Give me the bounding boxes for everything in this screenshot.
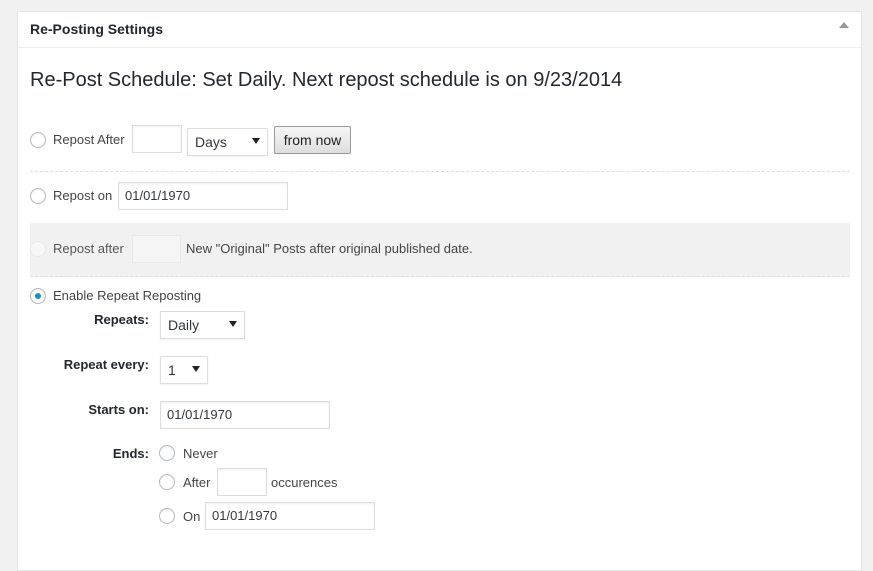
occurrences-label: occurences bbox=[271, 475, 338, 490]
reposting-settings-panel: Re-Posting Settings Re-Post Schedule: Se… bbox=[17, 11, 862, 571]
repeats-label: Repeats: bbox=[94, 312, 149, 327]
repost-on-date-input[interactable]: 01/01/1970 bbox=[118, 182, 288, 210]
chevron-down-icon bbox=[192, 366, 200, 372]
chevron-down-icon bbox=[229, 321, 237, 327]
chevron-down-icon bbox=[252, 138, 260, 144]
repost-after-original-label: Repost after bbox=[53, 241, 124, 256]
repost-after-original-radio[interactable] bbox=[30, 241, 46, 257]
repeats-select[interactable]: Daily bbox=[160, 311, 245, 339]
collapse-arrow-icon[interactable] bbox=[839, 22, 849, 28]
from-now-button[interactable]: from now bbox=[274, 126, 351, 154]
starts-on-label: Starts on: bbox=[88, 402, 149, 417]
ends-after-label: After bbox=[183, 475, 211, 490]
repost-after-label: Repost After bbox=[53, 132, 125, 147]
repeat-every-select[interactable]: 1 bbox=[160, 356, 208, 384]
repost-on-radio[interactable] bbox=[30, 188, 46, 204]
ends-never-label: Never bbox=[183, 446, 218, 461]
enable-repeat-radio[interactable] bbox=[30, 288, 46, 304]
ends-on-label: On bbox=[183, 509, 201, 524]
repost-on-label: Repost on bbox=[53, 188, 113, 203]
repost-after-original-suffix: New "Original" Posts after original publ… bbox=[186, 241, 473, 256]
enable-repeat-label: Enable Repeat Reposting bbox=[53, 288, 202, 303]
starts-on-date-input[interactable]: 01/01/1970 bbox=[160, 401, 330, 429]
schedule-heading: Re-Post Schedule: Set Daily. Next repost… bbox=[30, 69, 623, 91]
repost-after-original-input[interactable] bbox=[132, 235, 181, 263]
ends-never-radio[interactable] bbox=[159, 445, 175, 461]
panel-title: Re-Posting Settings bbox=[30, 21, 164, 37]
panel-header[interactable]: Re-Posting Settings bbox=[18, 12, 861, 48]
ends-on-radio[interactable] bbox=[159, 508, 175, 524]
repost-after-radio[interactable] bbox=[30, 132, 46, 148]
unit-select-value: Days bbox=[195, 134, 227, 150]
ends-on-date-input[interactable]: 01/01/1970 bbox=[205, 502, 375, 530]
ends-label: Ends: bbox=[112, 446, 149, 461]
repeat-every-label: Repeat every: bbox=[63, 357, 149, 372]
repost-after-input[interactable] bbox=[132, 125, 182, 153]
divider bbox=[30, 171, 850, 172]
repeat-every-value: 1 bbox=[168, 362, 176, 378]
ends-after-radio[interactable] bbox=[159, 474, 175, 490]
repeats-select-value: Daily bbox=[168, 317, 200, 333]
repost-after-unit-select[interactable]: Days bbox=[187, 128, 268, 156]
ends-after-count-input[interactable] bbox=[217, 468, 267, 496]
